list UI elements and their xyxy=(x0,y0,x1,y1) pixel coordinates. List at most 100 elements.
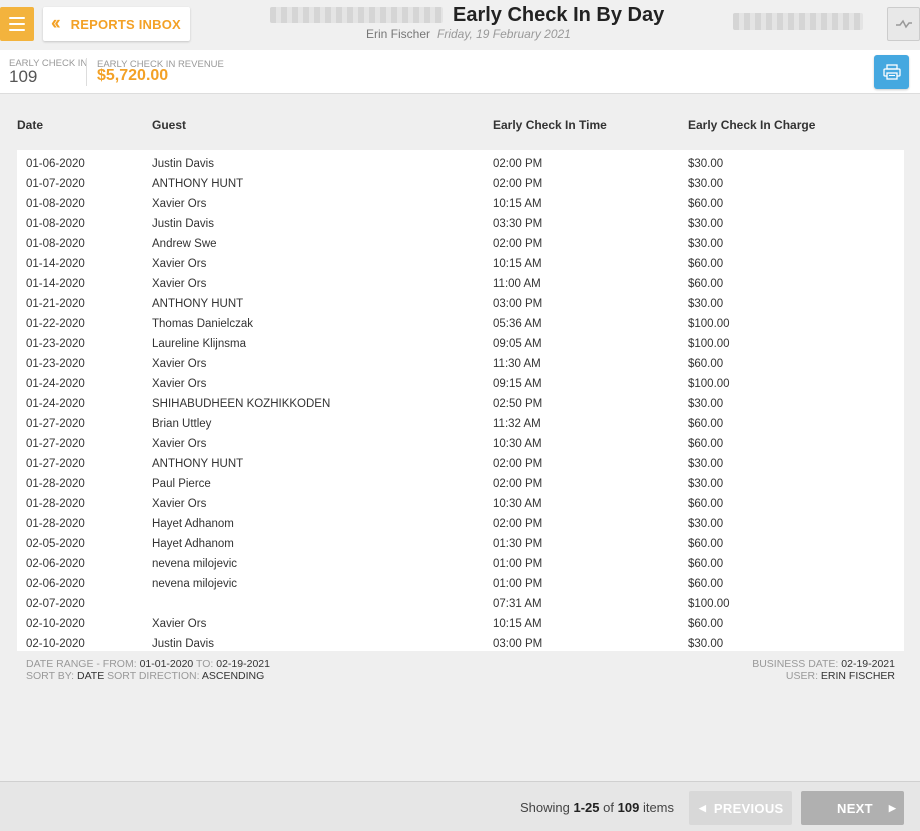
menu-button[interactable] xyxy=(0,7,34,41)
table-row: 01-08-2020 Xavier Ors 10:15 AM $60.00 xyxy=(17,194,904,214)
report-user: Erin Fischer xyxy=(366,27,431,41)
cell-charge: $60.00 xyxy=(688,558,724,570)
cell-date: 01-21-2020 xyxy=(26,298,85,310)
cell-date: 01-22-2020 xyxy=(26,318,85,330)
cell-charge: $30.00 xyxy=(688,178,724,190)
summary-bar: EARLY CHECK IN 109 EARLY CHECK IN REVENU… xyxy=(0,50,920,94)
cell-time: 09:15 AM xyxy=(493,378,542,390)
column-header-charge[interactable]: Early Check In Charge xyxy=(688,118,815,132)
cell-guest: ANTHONY HUNT xyxy=(152,178,244,190)
cell-charge: $60.00 xyxy=(688,198,724,210)
cell-guest: Xavier Ors xyxy=(152,378,207,390)
cell-time: 05:36 AM xyxy=(493,318,542,330)
pagination-bar: Showing 1-25 of 109 items ◀ PREVIOUS NEX… xyxy=(0,781,920,831)
cell-date: 01-23-2020 xyxy=(26,358,85,370)
table-row: 01-14-2020 Xavier Ors 10:15 AM $60.00 xyxy=(17,254,904,274)
table-row: 02-07-2020 07:31 AM $100.00 xyxy=(17,594,904,614)
items-label: items xyxy=(642,800,675,815)
sort-by-value: DATE xyxy=(76,670,105,682)
cell-charge: $30.00 xyxy=(688,298,724,310)
cell-charge: $30.00 xyxy=(688,238,724,250)
reports-inbox-button[interactable]: ‹‹ REPORTS INBOX xyxy=(43,7,190,41)
cell-guest: Xavier Ors xyxy=(152,198,207,210)
cell-guest: nevena milojevic xyxy=(152,558,238,570)
table-row: 01-27-2020 ANTHONY HUNT 02:00 PM $30.00 xyxy=(17,454,904,474)
cell-guest: Xavier Ors xyxy=(152,258,207,270)
account-redacted xyxy=(733,13,863,30)
next-button[interactable]: NEXT ▶ xyxy=(801,791,904,825)
cell-guest: SHIHABUDHEEN KOZHIKKODEN xyxy=(152,398,331,410)
table-row: 01-08-2020 Andrew Swe 02:00 PM $30.00 xyxy=(17,234,904,254)
cell-charge: $30.00 xyxy=(688,518,724,530)
cell-date: 02-05-2020 xyxy=(26,538,85,550)
table-row: 01-06-2020 Justin Davis 02:00 PM $30.00 xyxy=(17,154,904,174)
cell-date: 02-07-2020 xyxy=(26,598,85,610)
date-range-label: DATE RANGE - FROM: xyxy=(26,658,137,670)
cell-date: 01-08-2020 xyxy=(26,198,85,210)
cell-date: 02-10-2020 xyxy=(26,618,85,630)
page-title: Early Check In By Day xyxy=(453,4,665,26)
cell-date: 01-08-2020 xyxy=(26,218,85,230)
sort-direction-label: SORT DIRECTION: xyxy=(107,670,200,682)
cell-time: 03:00 PM xyxy=(493,298,543,310)
triangle-left-icon: ◀ xyxy=(699,802,706,813)
cell-charge: $60.00 xyxy=(688,278,724,290)
cell-date: 01-24-2020 xyxy=(26,378,85,390)
cell-time: 03:00 PM xyxy=(493,638,543,650)
line-graph-icon xyxy=(895,19,912,29)
cell-time: 02:00 PM xyxy=(493,158,543,170)
date-range-to: 02-19-2021 xyxy=(216,658,270,670)
table-row: 01-08-2020 Justin Davis 03:30 PM $30.00 xyxy=(17,214,904,234)
previous-label: PREVIOUS xyxy=(713,800,784,816)
cell-charge: $30.00 xyxy=(688,458,724,470)
cell-date: 01-06-2020 xyxy=(26,158,85,170)
cell-date: 01-23-2020 xyxy=(26,338,85,350)
cell-guest: Xavier Ors xyxy=(152,618,207,630)
column-header-date[interactable]: Date xyxy=(17,118,43,132)
hamburger-icon-bar xyxy=(9,17,25,19)
double-chevron-left-icon: ‹‹ xyxy=(51,13,61,34)
cell-guest: Andrew Swe xyxy=(152,238,217,250)
showing-range: 1-25 xyxy=(573,800,600,815)
cell-guest: Xavier Ors xyxy=(152,438,207,450)
cell-charge: $60.00 xyxy=(688,418,724,430)
graph-button[interactable] xyxy=(887,7,920,41)
column-header-guest[interactable]: Guest xyxy=(152,118,186,132)
column-header-time[interactable]: Early Check In Time xyxy=(493,118,607,132)
cell-guest: nevena milojevic xyxy=(152,578,238,590)
cell-charge: $100.00 xyxy=(688,598,730,610)
early-check-in-count: 109 xyxy=(9,67,38,86)
table-row: 01-07-2020 ANTHONY HUNT 02:00 PM $30.00 xyxy=(17,174,904,194)
triangle-right-icon: ▶ xyxy=(888,802,896,813)
cell-guest: Justin Davis xyxy=(152,158,214,170)
cell-guest: ANTHONY HUNT xyxy=(152,298,244,310)
cell-time: 01:00 PM xyxy=(493,558,543,570)
previous-button[interactable]: ◀ PREVIOUS xyxy=(689,791,792,825)
cell-time: 02:00 PM xyxy=(493,518,543,530)
cell-date: 01-14-2020 xyxy=(26,278,85,290)
table-row: 01-28-2020 Paul Pierce 02:00 PM $30.00 xyxy=(17,474,904,494)
table-row: 02-10-2020 Xavier Ors 10:15 AM $60.00 xyxy=(17,614,904,634)
revenue-value: $5,720.00 xyxy=(97,67,169,84)
cell-guest: Laureline Klijnsma xyxy=(152,338,246,350)
cell-date: 01-28-2020 xyxy=(26,518,85,530)
cell-guest: Paul Pierce xyxy=(152,478,211,490)
cell-guest: Xavier Ors xyxy=(152,498,207,510)
cell-time: 11:30 AM xyxy=(493,358,541,370)
table-row: 01-24-2020 SHIHABUDHEEN KOZHIKKODEN 02:50 … xyxy=(17,394,904,414)
table-row: 01-27-2020 Xavier Ors 10:30 AM $60.00 xyxy=(17,434,904,454)
cell-guest: Hayet Adhanom xyxy=(152,518,234,530)
sort-by-label: SORT BY: xyxy=(26,670,75,682)
table-row: 01-23-2020 Xavier Ors 11:30 AM $60.00 xyxy=(17,354,904,374)
print-button[interactable] xyxy=(874,55,909,89)
cell-date: 01-08-2020 xyxy=(26,238,85,250)
sort-info: SORT BY: DATE SORT DIRECTION: ASCENDING xyxy=(26,671,264,682)
cell-charge: $60.00 xyxy=(688,578,724,590)
pagination-summary: Showing 1-25 of 109 items xyxy=(520,800,674,815)
cell-date: 01-07-2020 xyxy=(26,178,85,190)
cell-date: 01-27-2020 xyxy=(26,458,85,470)
showing-prefix: Showing xyxy=(520,800,570,815)
reports-inbox-label: REPORTS INBOX xyxy=(70,16,181,32)
cell-time: 01:30 PM xyxy=(493,538,543,550)
hotel-name-redacted xyxy=(270,7,443,23)
